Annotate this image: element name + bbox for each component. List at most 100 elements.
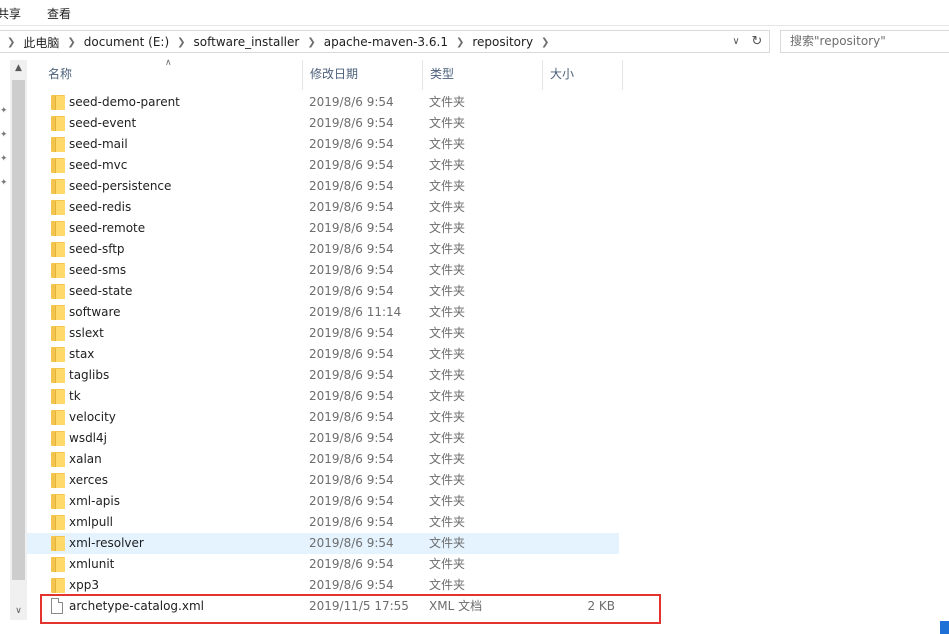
crumb-this-pc[interactable]: 此电脑 [23, 34, 59, 51]
chevron-right-icon[interactable]: ❯ [541, 37, 549, 48]
pin-icon[interactable]: ✦ [0, 130, 8, 140]
folder-row[interactable]: seed-mvc 2019/8/6 9:54 文件夹 [27, 155, 627, 176]
file-type: 文件夹 [429, 200, 466, 214]
chevron-right-icon[interactable]: ❯ [7, 37, 15, 48]
column-name[interactable]: 名称 [41, 60, 303, 90]
folder-row[interactable]: xpp3 2019/8/6 9:54 文件夹 [27, 575, 627, 596]
file-name: tk [69, 389, 81, 403]
scroll-down-icon[interactable]: ∨ [10, 603, 27, 620]
file-date: 2019/8/6 9:54 [309, 158, 394, 172]
file-name: seed-sftp [69, 242, 125, 256]
crumb-repository[interactable]: repository [472, 35, 533, 49]
scroll-up-icon[interactable]: ▲ [10, 60, 27, 77]
pin-icon[interactable]: ✦ [0, 178, 8, 188]
folder-row[interactable]: software 2019/8/6 11:14 文件夹 [27, 302, 627, 323]
folder-row[interactable]: xmlpull 2019/8/6 9:54 文件夹 [27, 512, 627, 533]
column-date[interactable]: 修改日期 [303, 60, 423, 90]
folder-row[interactable]: xmlunit 2019/8/6 9:54 文件夹 [27, 554, 627, 575]
crumb-apache-maven[interactable]: apache-maven-3.6.1 [324, 35, 448, 49]
file-name: xml-resolver [69, 536, 144, 550]
folder-row[interactable]: xerces 2019/8/6 9:54 文件夹 [27, 470, 627, 491]
file-type: 文件夹 [429, 221, 466, 235]
file-type: 文件夹 [429, 389, 466, 403]
file-date: 2019/8/6 11:14 [309, 305, 402, 319]
file-date: 2019/8/6 9:54 [309, 137, 394, 151]
column-size[interactable]: 大小 [543, 60, 623, 90]
folder-row[interactable]: taglibs 2019/8/6 9:54 文件夹 [27, 365, 627, 386]
search-box[interactable] [780, 30, 949, 53]
file-type: 文件夹 [429, 158, 466, 172]
folder-row[interactable]: seed-persistence 2019/8/6 9:54 文件夹 [27, 176, 627, 197]
file-size [542, 554, 615, 575]
folder-row[interactable]: xml-resolver 2019/8/6 9:54 文件夹 [27, 533, 619, 554]
file-name: seed-demo-parent [69, 95, 180, 109]
folder-row[interactable]: seed-demo-parent 2019/8/6 9:54 文件夹 [27, 92, 627, 113]
file-size [542, 407, 615, 428]
file-name: seed-event [69, 116, 137, 130]
folder-icon [51, 347, 65, 362]
file-date: 2019/8/6 9:54 [309, 347, 394, 361]
folder-row[interactable]: seed-mail 2019/8/6 9:54 文件夹 [27, 134, 627, 155]
file-name: seed-persistence [69, 179, 172, 193]
file-name: xmlunit [69, 557, 115, 571]
ribbon-tab-share[interactable]: 共享 [0, 5, 21, 22]
folder-icon [51, 326, 65, 341]
file-name: xpp3 [69, 578, 99, 592]
file-type: 文件夹 [429, 473, 466, 487]
scrollbar-thumb[interactable] [12, 80, 25, 580]
file-date: 2019/8/6 9:54 [309, 179, 394, 193]
file-date: 2019/8/6 9:54 [309, 200, 394, 214]
folder-icon [51, 536, 65, 551]
file-size [542, 470, 615, 491]
folder-icon [51, 452, 65, 467]
folder-row[interactable]: seed-sftp 2019/8/6 9:54 文件夹 [27, 239, 627, 260]
status-indicator [940, 621, 949, 634]
file-date: 2019/8/6 9:54 [309, 578, 394, 592]
folder-icon [51, 494, 65, 509]
file-type: 文件夹 [429, 284, 466, 298]
highlight-box [40, 594, 661, 624]
search-input[interactable] [781, 31, 949, 51]
pin-icon[interactable]: ✦ [0, 154, 8, 164]
folder-icon [51, 368, 65, 383]
folder-row[interactable]: seed-event 2019/8/6 9:54 文件夹 [27, 113, 627, 134]
chevron-right-icon[interactable]: ❯ [456, 37, 464, 48]
file-type: 文件夹 [429, 326, 466, 340]
chevron-right-icon[interactable]: ❯ [307, 37, 315, 48]
file-date: 2019/8/6 9:54 [309, 368, 394, 382]
nav-pane-scrollbar[interactable]: ▲ ∨ [10, 60, 27, 620]
file-size [542, 239, 615, 260]
folder-row[interactable]: stax 2019/8/6 9:54 文件夹 [27, 344, 627, 365]
file-type: 文件夹 [429, 347, 466, 361]
file-size [542, 176, 615, 197]
file-name: sslext [69, 326, 104, 340]
crumb-software-installer[interactable]: software_installer [194, 35, 300, 49]
file-date: 2019/8/6 9:54 [309, 473, 394, 487]
chevron-right-icon[interactable]: ❯ [67, 37, 75, 48]
folder-row[interactable]: seed-sms 2019/8/6 9:54 文件夹 [27, 260, 627, 281]
refresh-icon[interactable]: ↻ [747, 33, 767, 51]
file-date: 2019/8/6 9:54 [309, 536, 394, 550]
file-type: 文件夹 [429, 263, 466, 277]
folder-row[interactable]: seed-state 2019/8/6 9:54 文件夹 [27, 281, 627, 302]
pin-icon[interactable]: ✦ [0, 106, 8, 116]
address-box[interactable]: ❯ 此电脑 ❯ document (E:) ❯ software_install… [0, 30, 770, 53]
column-type[interactable]: 类型 [423, 60, 543, 90]
ribbon-tab-view[interactable]: 查看 [47, 5, 71, 22]
folder-row[interactable]: seed-redis 2019/8/6 9:54 文件夹 [27, 197, 627, 218]
folder-row[interactable]: sslext 2019/8/6 9:54 文件夹 [27, 323, 627, 344]
file-list: seed-demo-parent 2019/8/6 9:54 文件夹 seed-eve… [27, 92, 627, 617]
file-size [542, 218, 615, 239]
folder-row[interactable]: seed-remote 2019/8/6 9:54 文件夹 [27, 218, 627, 239]
folder-row[interactable]: xml-apis 2019/8/6 9:54 文件夹 [27, 491, 627, 512]
folder-row[interactable]: xalan 2019/8/6 9:54 文件夹 [27, 449, 627, 470]
folder-row[interactable]: wsdl4j 2019/8/6 9:54 文件夹 [27, 428, 627, 449]
ribbon: 共享 查看 [0, 0, 949, 26]
file-type: 文件夹 [429, 95, 466, 109]
folder-row[interactable]: velocity 2019/8/6 9:54 文件夹 [27, 407, 627, 428]
folder-row[interactable]: tk 2019/8/6 9:54 文件夹 [27, 386, 627, 407]
chevron-right-icon[interactable]: ❯ [177, 37, 185, 48]
chevron-down-icon[interactable]: ∨ [729, 34, 743, 50]
file-type: 文件夹 [429, 368, 466, 382]
crumb-drive-e[interactable]: document (E:) [84, 35, 169, 49]
